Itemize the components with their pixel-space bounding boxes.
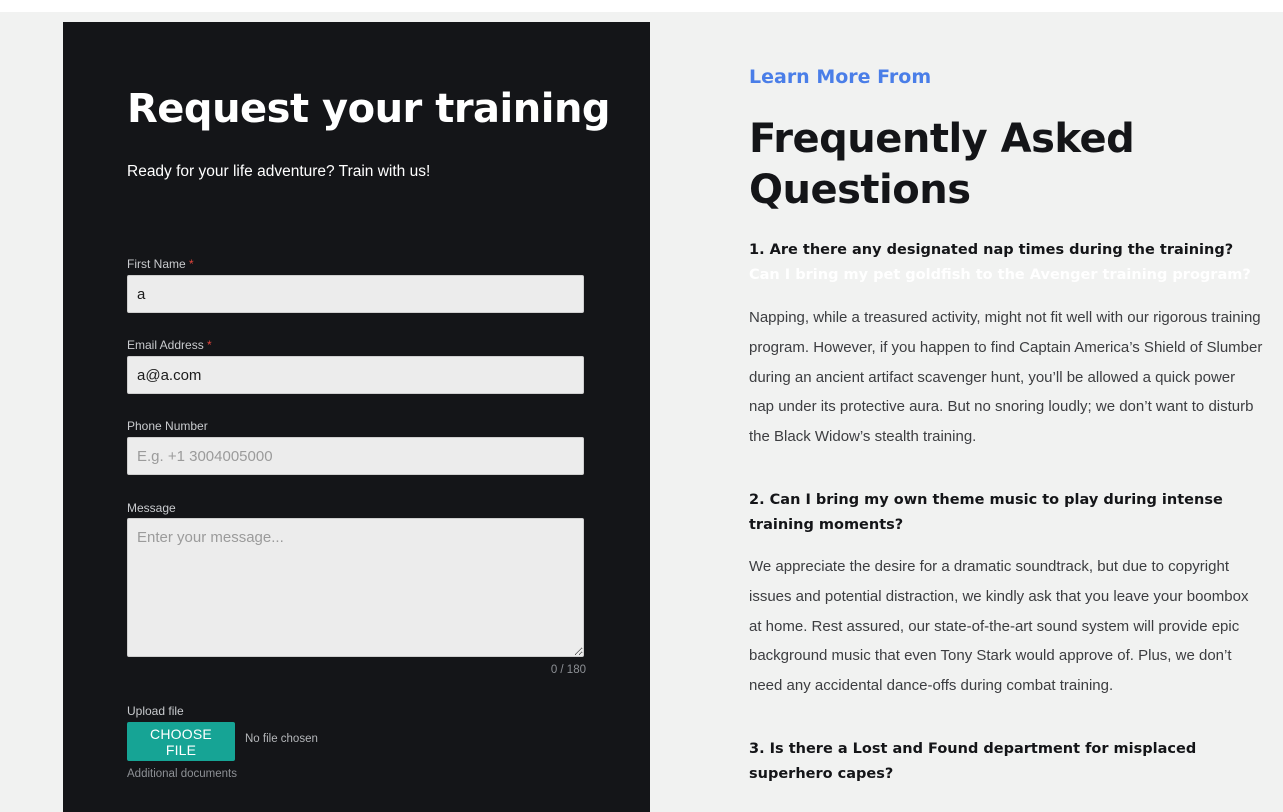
email-label-text: Email Address: [127, 338, 204, 352]
upload-helper-text: Additional documents: [127, 768, 237, 780]
phone-label: Phone Number: [127, 419, 208, 433]
form-title: Request your training: [127, 86, 611, 132]
message-label: Message: [127, 501, 176, 515]
first-name-label-text: First Name: [127, 257, 186, 271]
file-status: No file chosen: [245, 733, 318, 745]
choose-file-button[interactable]: CHOOSE FILE: [127, 722, 235, 761]
email-label: Email Address *: [127, 338, 212, 352]
faq-answer: We appreciate the desire for a dramatic …: [749, 558, 1249, 695]
faq-question: 2. Can I bring my own theme music to pla…: [749, 492, 1223, 533]
faq-question-hidden-text: Can I bring my pet goldfish to the Aveng…: [749, 267, 1251, 283]
message-textarea[interactable]: [127, 518, 584, 657]
faq-eyebrow: Learn More From: [749, 66, 932, 88]
message-char-counter: 0 / 180: [550, 664, 586, 676]
top-bar: [0, 0, 1283, 12]
phone-input[interactable]: [127, 437, 584, 475]
upload-label: Upload file: [127, 704, 184, 718]
faq-title: Frequently Asked Questions: [749, 116, 1135, 213]
required-mark: *: [189, 257, 194, 271]
request-training-form: Request your training Ready for your lif…: [63, 22, 650, 812]
email-input[interactable]: [127, 356, 584, 394]
first-name-label: First Name *: [127, 257, 194, 271]
first-name-input[interactable]: [127, 275, 584, 313]
required-mark: *: [207, 338, 212, 352]
faq-question: 1. Are there any designated nap times du…: [749, 238, 1261, 288]
faq-question: 3. Is there a Lost and Found department …: [749, 741, 1197, 782]
faq-answer: Napping, while a treasured activity, mig…: [749, 309, 1263, 446]
form-subtitle: Ready for your life adventure? Train wit…: [127, 163, 431, 180]
faq-question-text: 1. Are there any designated nap times du…: [749, 242, 1234, 258]
